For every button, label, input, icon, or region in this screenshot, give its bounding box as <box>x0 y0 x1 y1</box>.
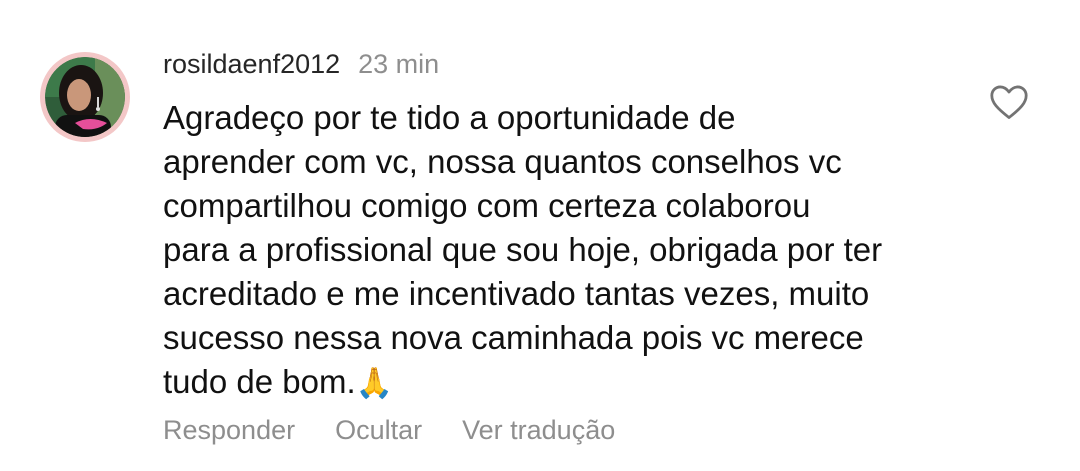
praying-hands-emoji: 🙏 <box>355 367 393 400</box>
timestamp: 23 min <box>358 48 440 79</box>
comment-header: rosildaenf2012 23 min <box>163 44 439 84</box>
comment-body: Agradeço por te tido a oportunidade de a… <box>163 99 883 400</box>
avatar-image <box>45 57 125 137</box>
heart-outline-icon <box>990 85 1028 119</box>
hide-button[interactable]: Ocultar <box>335 415 422 446</box>
comment-actions: Responder Ocultar Ver tradução <box>163 408 615 452</box>
reply-button[interactable]: Responder <box>163 415 295 446</box>
see-translation-button[interactable]: Ver tradução <box>462 415 615 446</box>
comment-text: Agradeço por te tido a oportunidade de a… <box>163 96 963 406</box>
like-button[interactable] <box>987 80 1031 124</box>
avatar[interactable] <box>40 52 130 142</box>
comment-item: rosildaenf2012 23 min Agradeço por te ti… <box>0 0 1080 471</box>
username[interactable]: rosildaenf2012 <box>163 49 340 80</box>
